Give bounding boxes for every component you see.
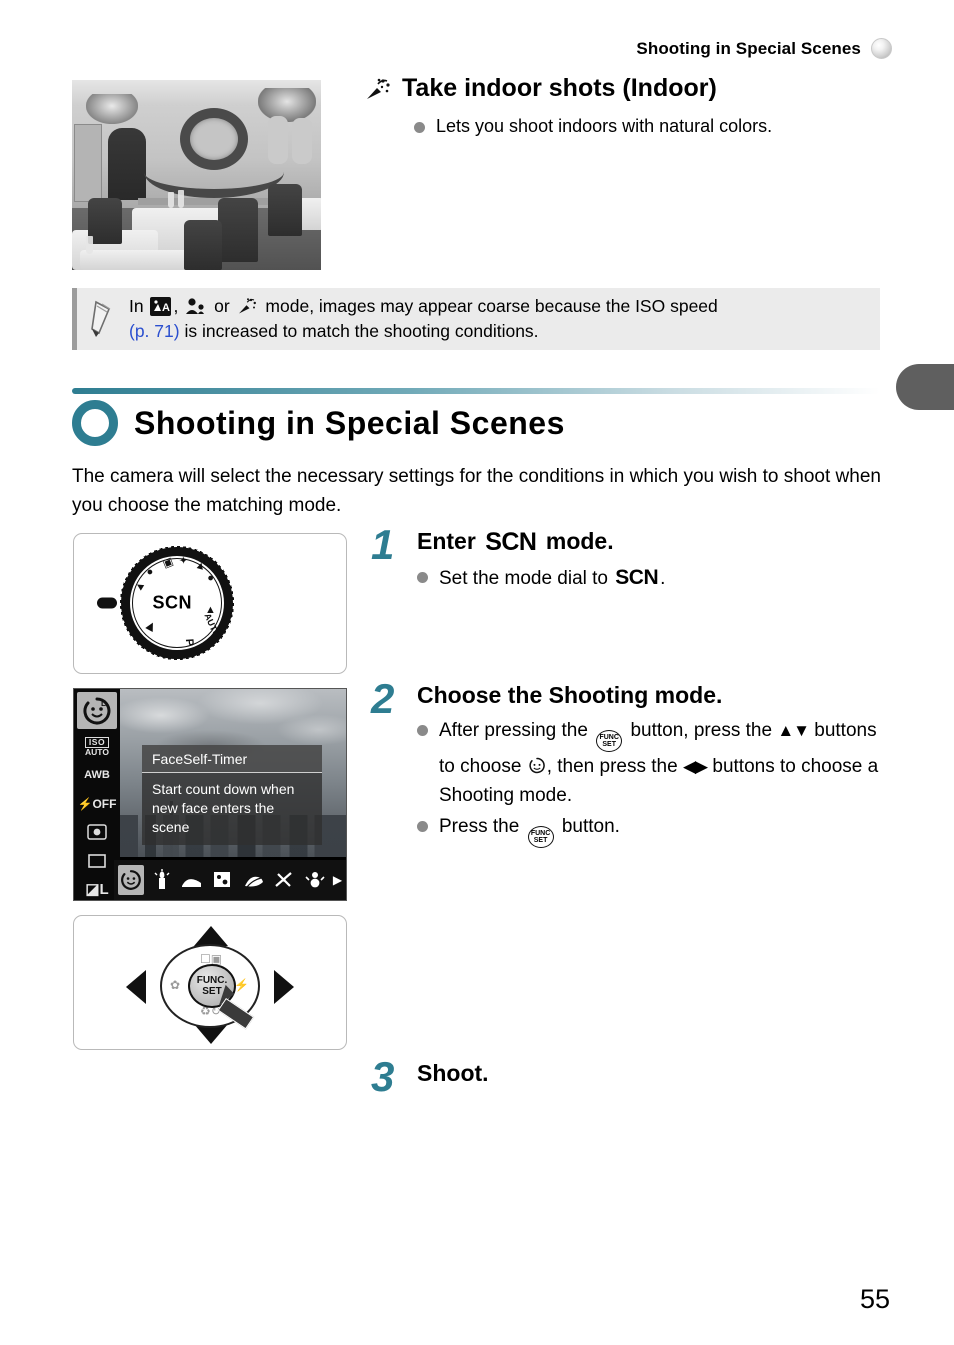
step-2-b1-p1: After pressing the [439,720,588,741]
step-2-b1-p2: button, press the [630,720,773,741]
lcd-sidebar-iso[interactable]: ISO AUTO [77,736,117,757]
strip-portrait-beach-icon[interactable] [179,865,205,895]
feature-bullet-text: Lets you shoot indoors with natural colo… [436,116,773,136]
scn-mode-icon: SCN [485,528,537,556]
strip-kids-and-pets-icon[interactable] [210,865,236,895]
page-reference-link[interactable]: (p. 71) [129,321,180,341]
mode-dial: ▲ ● ▣ ✦ ▲ ● ▲ AUTO P ▶ SCN [97,542,238,664]
night-snapshot-icon: A [150,297,172,316]
camera-lcd-screenshot: L ISO AUTO AWB ⚡OFF ◪L FaceSelf-Timer Sta… [73,688,347,901]
step-1-bullet-period: . [660,568,666,589]
step-1-title-after: mode. [545,528,614,554]
lcd-mode-strip: ▶ [114,860,346,900]
lcd-sidebar-drive-mode[interactable] [77,850,117,871]
strip-fireworks-icon[interactable] [271,865,297,895]
step-2-title: Choose the Shooting mode. [417,682,723,708]
note-prefix: In [129,296,144,316]
page-header: Shooting in Special Scenes [636,38,892,59]
lcd-sidebar-flash-off[interactable]: ⚡OFF [77,793,117,814]
lcd-sidebar-face-self-timer[interactable]: L [77,692,117,730]
feature-title: Take indoor shots (Indoor) [366,74,717,103]
macro-icon: ✿ [170,978,181,992]
party-popper-icon [366,77,392,101]
svg-text:L: L [101,699,106,708]
bullet-dot-icon [417,821,428,832]
step-2-bullet-2: Press the FUNC SET button. [417,812,891,848]
step-1-bullet-1: Set the mode dial to SCN. [417,563,665,593]
lcd-tooltip-line-2: new face enters the scene [152,800,275,835]
lcd-sidebar-metering[interactable] [77,822,117,843]
indoor-icon [237,297,259,315]
step-3-number: 3 [371,1053,395,1100]
strip-foliage-icon[interactable] [241,865,267,895]
svg-text:A: A [162,302,170,314]
up-down-arrows-icon: ▲▼ [777,721,810,740]
step-3-title: Shoot. [417,1060,489,1086]
sphere-icon [871,38,892,59]
kids-and-pets-icon [185,297,207,315]
strip-scroll-right-arrow-icon[interactable]: ▶ [333,873,342,887]
strip-low-light-candle-icon[interactable] [149,865,175,895]
strip-snow-icon[interactable] [302,865,328,895]
step-2: 2 Choose the Shooting mode. After pressi… [371,675,891,850]
note-body-text: mode, images may appear coarse because t… [265,296,718,316]
scn-mode-icon: SCN [615,566,659,589]
step-1: 1 Enter SCN mode. Set the mode dial to S… [371,521,665,595]
page-number: 55 [859,1284,890,1314]
left-right-arrows-icon: ◀▶ [682,757,708,776]
feature-title-text: Take indoor shots (Indoor) [402,74,717,102]
lcd-sidebar-white-balance[interactable]: AWB [77,765,117,786]
restaurant-interior-photo [72,80,321,270]
bullet-dot-icon [417,725,428,736]
up-arrow-icon [194,926,228,946]
feature-bullet: Lets you shoot indoors with natural colo… [414,116,772,137]
lcd-flash-off-label: OFF [92,796,117,811]
section-body: The camera will select the necessary set… [72,466,881,516]
step-2-b1-p4: , then press the [546,756,678,777]
note-text: In A , or mode, images may appear coarse… [129,294,728,344]
strip-face-self-timer-icon[interactable] [118,865,144,895]
step-2-b2-p1: Press the [439,816,520,837]
section-heading: Shooting in Special Scenes [72,400,565,446]
lcd-quality-label: L [99,881,109,899]
step-2-bullet-1: After pressing the FUNC SET button, press… [417,716,891,810]
chapter-edge-tab [896,364,954,410]
func-set-line-1: FUNC. [196,975,228,986]
pencil-icon [77,300,129,338]
lcd-iso-value: AUTO [85,746,109,757]
step-3: 3 Shoot. [371,1053,489,1100]
left-arrow-icon [126,970,146,1004]
func-set-button-icon: FUNC SET [527,826,554,848]
lcd-tooltip-body: Start count down when new face enters th… [142,773,322,845]
step-1-number: 1 [371,521,395,568]
right-arrow-icon [274,970,294,1004]
face-self-timer-icon [527,756,547,775]
step-1-title-before: Enter [417,528,476,554]
lcd-tooltip-line-1: Start count down when [152,781,295,797]
step-1-title: Enter SCN mode. [417,526,665,557]
dial-index-marker-icon [97,597,117,609]
lcd-tooltip-title: FaceSelf-Timer [142,745,322,773]
lcd-sidebar-image-quality[interactable]: ◪L [77,879,117,900]
section-title: Shooting in Special Scenes [134,404,565,441]
bullet-dot-icon [414,122,425,133]
lcd-tooltip: FaceSelf-Timer Start count down when new… [142,745,322,845]
note-sep-1: , [173,296,179,316]
section-divider [72,388,880,394]
dial-scn-label: SCN [152,592,193,613]
func-set-button-icon: FUNC SET [596,730,623,752]
bullet-dot-icon [417,572,428,583]
step-2-number: 2 [371,675,395,722]
header-title: Shooting in Special Scenes [636,38,861,58]
func-set-line-2: SET [202,986,222,997]
note-box: In A , or mode, images may appear coarse… [72,288,880,350]
teal-ring-icon [72,400,118,446]
note-body-text-2: is increased to match the shooting condi… [184,321,539,341]
four-way-controller: ☐▣ ✿ ⚡ ♻↻ FUNC. SET [126,926,294,1044]
note-sep-2: or [214,296,230,316]
step-1-bullet-text: Set the mode dial to [439,568,608,589]
step-2-b2-p2: button. [561,816,620,837]
flash-icon: ⚡ [234,978,249,992]
